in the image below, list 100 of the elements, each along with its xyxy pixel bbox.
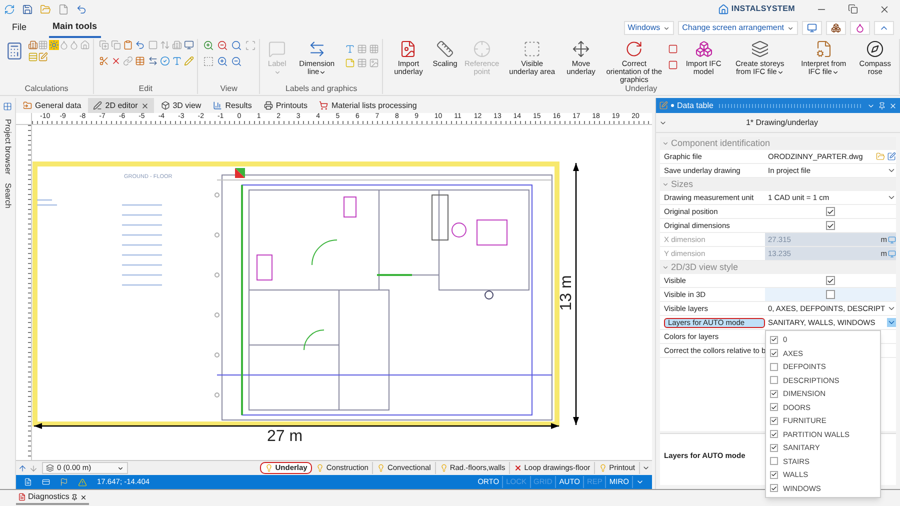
close-icon[interactable] — [879, 4, 890, 14]
editor-tab[interactable]: Material lists processing — [314, 98, 422, 113]
close-icon — [80, 494, 88, 500]
checkbox[interactable] — [770, 484, 778, 492]
checkbox[interactable] — [826, 221, 835, 230]
checkbox[interactable] — [770, 430, 778, 438]
crosshair-icon — [472, 40, 491, 58]
checkbox[interactable] — [770, 362, 778, 371]
editor-tab[interactable]: 2D editor — [88, 98, 154, 113]
scan-icon[interactable] — [245, 40, 256, 51]
flag-icon[interactable] — [60, 478, 68, 486]
cubes-icon — [694, 40, 713, 58]
checkbox[interactable] — [770, 403, 778, 412]
delete-icon[interactable] — [111, 56, 122, 66]
selection-icon[interactable] — [203, 56, 214, 67]
zoom-icon[interactable] — [231, 56, 242, 67]
check-circle-icon[interactable] — [160, 56, 170, 66]
monitor-icon[interactable] — [888, 250, 896, 258]
undo-icon[interactable] — [76, 4, 87, 14]
save-icon[interactable] — [22, 4, 33, 14]
menu-tab[interactable]: Main tools — [48, 18, 102, 38]
text-icon[interactable] — [172, 56, 182, 66]
app-icon[interactable] — [4, 4, 15, 14]
checkbox[interactable] — [770, 376, 778, 384]
bulb-icon — [316, 464, 324, 472]
house-icon[interactable] — [80, 40, 90, 50]
warning-icon[interactable] — [78, 478, 87, 486]
checkbox[interactable] — [770, 336, 778, 344]
side-tab[interactable]: Search — [2, 182, 14, 208]
monitor-icon[interactable] — [888, 236, 896, 244]
link-icon[interactable] — [123, 56, 134, 66]
editor-tab[interactable]: 3D view — [156, 98, 206, 113]
text-icon[interactable] — [344, 44, 355, 54]
diagnostics-tab[interactable]: Diagnostics — [16, 491, 90, 505]
building-icon[interactable] — [172, 40, 182, 50]
grid-icon[interactable] — [38, 40, 48, 50]
pen-icon — [93, 101, 102, 110]
monitor-icon[interactable] — [807, 23, 817, 33]
checkbox[interactable] — [770, 470, 778, 479]
down-arrow-icon[interactable] — [29, 464, 38, 472]
arrows-icon[interactable] — [160, 40, 170, 50]
table-icon[interactable] — [135, 56, 146, 66]
checkbox[interactable] — [826, 207, 835, 216]
restore-icon[interactable] — [848, 4, 858, 14]
table-icon[interactable] — [356, 44, 367, 54]
undo-icon[interactable] — [135, 40, 146, 50]
editor-tab[interactable]: Printouts — [258, 98, 312, 113]
copy-icon[interactable] — [111, 40, 122, 50]
checkbox[interactable] — [770, 390, 778, 398]
lines-icon[interactable] — [28, 52, 38, 62]
pin-icon — [71, 494, 78, 500]
file-icon[interactable] — [58, 4, 69, 14]
menu-tab[interactable]: File — [8, 18, 31, 38]
caret-icon — [887, 304, 896, 313]
calculator-icon[interactable] — [5, 40, 24, 62]
pin-icon[interactable] — [878, 102, 886, 110]
checkbox[interactable] — [770, 457, 778, 466]
edit-icon[interactable] — [887, 152, 896, 161]
zoom-out-icon[interactable] — [217, 40, 228, 51]
editor-tab[interactable]: General data — [18, 98, 86, 113]
close-icon[interactable] — [140, 102, 149, 110]
zoom-icon[interactable] — [217, 56, 228, 67]
side-tab[interactable]: Project browser — [2, 119, 14, 175]
checkbox[interactable] — [826, 276, 835, 285]
logo: INSTALSYSTEM — [718, 3, 795, 15]
arrangement-dropdown[interactable]: Change screen arrangement — [678, 21, 798, 35]
checkbox[interactable] — [770, 416, 778, 425]
pencil-icon[interactable] — [184, 56, 194, 66]
copy-icon[interactable] — [98, 40, 109, 50]
up-arrow-icon[interactable] — [18, 464, 27, 472]
panel-icon[interactable] — [3, 102, 12, 111]
dimension-icon — [308, 40, 326, 58]
folder-icon[interactable] — [40, 4, 51, 14]
zoom-in-icon[interactable] — [203, 40, 214, 51]
caret-icon — [662, 140, 669, 147]
cut-icon[interactable] — [98, 56, 109, 66]
checkbox[interactable] — [826, 290, 835, 299]
bulb-icon — [377, 464, 386, 472]
monitor-icon[interactable] — [184, 40, 194, 50]
square-icon[interactable] — [668, 44, 678, 54]
search-icon[interactable] — [231, 40, 242, 51]
editor-tab[interactable]: Results — [208, 98, 257, 113]
windows-dropdown[interactable]: Windows — [624, 21, 674, 35]
checkbox[interactable] — [770, 444, 778, 452]
sun-icon[interactable] — [48, 40, 59, 50]
table-icon[interactable] — [356, 58, 367, 68]
card-icon[interactable] — [42, 478, 50, 486]
checkbox[interactable] — [770, 349, 778, 358]
page-icon[interactable] — [24, 478, 32, 486]
clipboard-icon[interactable] — [123, 40, 134, 50]
droplet-icon[interactable] — [855, 23, 865, 33]
cross-icon — [514, 464, 522, 472]
folder-icon[interactable] — [876, 152, 885, 161]
file-cog-icon — [814, 40, 833, 58]
image-icon[interactable] — [369, 58, 380, 68]
building-icon[interactable] — [28, 40, 38, 50]
edit-icon[interactable] — [38, 52, 48, 62]
arrows-icon[interactable] — [148, 56, 158, 66]
grid-icon[interactable] — [369, 44, 380, 54]
square-icon[interactable] — [668, 60, 678, 70]
